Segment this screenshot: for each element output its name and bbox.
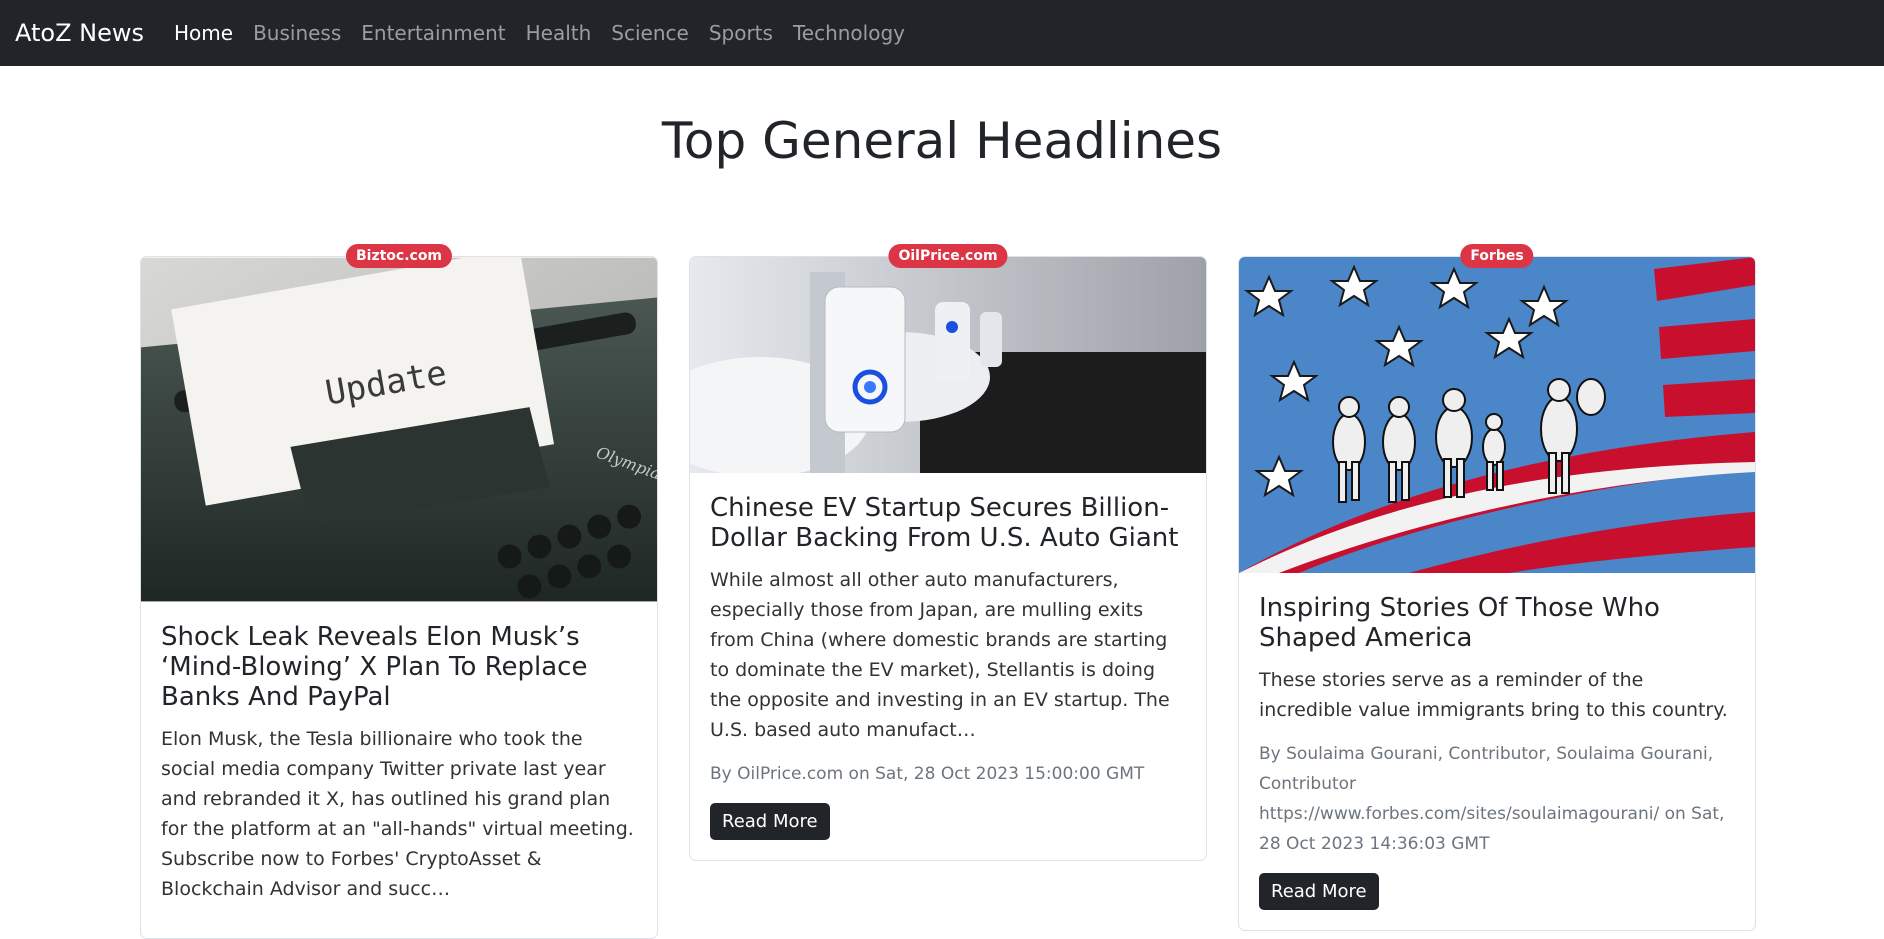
card-title: Inspiring Stories Of Those Who Shaped Am… xyxy=(1259,593,1660,653)
nav-link-home[interactable]: Home xyxy=(174,21,233,45)
card-title: Chinese EV Startup Secures Billion-Dolla… xyxy=(710,493,1179,553)
nav-link-sports[interactable]: Sports xyxy=(709,21,773,45)
card-description: While almost all other auto manufacturer… xyxy=(710,569,1170,741)
source-badge: Forbes xyxy=(1460,244,1534,268)
card-author-date: By Soulaima Gourani, Contributor, Soulai… xyxy=(1259,744,1725,854)
source-badge: Biztoc.com xyxy=(345,244,453,268)
nav-link-technology[interactable]: Technology xyxy=(793,21,905,45)
news-card: OilPrice.com Chinese EV Startup Secures … xyxy=(689,244,1207,861)
navbar: AtoZ News Home Business Entertainment He… xyxy=(0,0,1884,66)
source-badge: OilPrice.com xyxy=(888,244,1008,268)
news-image-flag-immigrants[interactable] xyxy=(1239,257,1755,573)
news-image-ev-charger[interactable] xyxy=(690,257,1206,473)
card-title: Shock Leak Reveals Elon Musk’s ‘Mind-Blo… xyxy=(161,622,588,712)
card-author-date: By OilPrice.com on Sat, 28 Oct 2023 15:0… xyxy=(710,764,1145,784)
brand-link[interactable]: AtoZ News xyxy=(15,19,144,47)
read-more-button[interactable]: Read More xyxy=(710,803,830,840)
news-card: Forbes Inspiring Stories Of Those Who Sh… xyxy=(1238,244,1756,931)
news-image-typewriter[interactable]: Update Olympia xyxy=(141,257,657,602)
nav-link-entertainment[interactable]: Entertainment xyxy=(361,21,505,45)
nav-link-health[interactable]: Health xyxy=(526,21,592,45)
read-more-button[interactable]: Read More xyxy=(1259,873,1379,910)
nav-link-science[interactable]: Science xyxy=(611,21,689,45)
page-title: Top General Headlines xyxy=(661,112,1223,170)
card-description: These stories serve as a reminder of the… xyxy=(1259,669,1728,721)
news-card: Biztoc.com Update Olympia Shock Leak Rev… xyxy=(140,244,658,939)
nav-link-business[interactable]: Business xyxy=(253,21,341,45)
card-description: Elon Musk, the Tesla billionaire who too… xyxy=(161,728,634,900)
